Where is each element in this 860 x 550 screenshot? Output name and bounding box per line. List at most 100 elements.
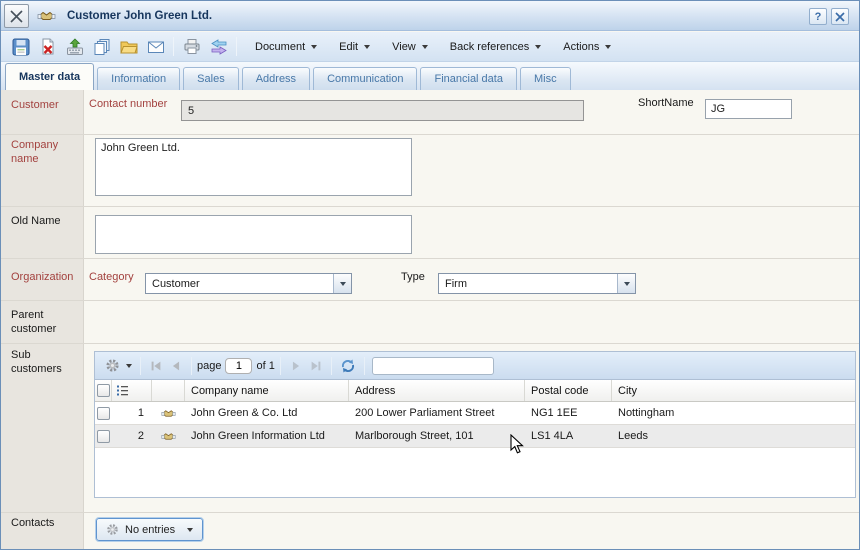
section-label-parent-customer: Parent customer [11,308,79,336]
tab-sales[interactable]: Sales [183,67,239,90]
row-checkbox[interactable] [97,430,110,443]
grid-settings-button[interactable] [102,355,135,377]
cell-address[interactable]: 200 Lower Parliament Street [349,402,525,424]
column-header-company-name[interactable]: Company name [185,380,349,401]
gear-icon [105,358,120,373]
refresh-icon [340,358,356,374]
copy-button[interactable] [88,35,115,59]
section-label-company-name: Company name [11,138,79,166]
tab-address[interactable]: Address [242,67,310,90]
delete-button[interactable] [34,35,61,59]
chevron-down-icon [311,45,317,49]
main-toolbar: Document Edit View Back references Actio… [1,32,859,62]
open-folder-icon [120,39,138,55]
section-label-old-name: Old Name [11,214,79,228]
menu-back-references[interactable]: Back references [442,37,549,57]
next-page-icon [289,359,303,373]
toolbar-separator [173,37,174,56]
close-icon [9,9,24,24]
tab-information[interactable]: Information [97,67,180,90]
mail-button[interactable] [142,35,169,59]
chevron-down-icon [535,45,541,49]
print-icon [183,38,201,55]
master-data-panel: Customer Company name Old Name Organizat… [1,90,859,549]
refresh-button[interactable] [337,355,359,377]
dialog-close-button[interactable] [831,8,849,25]
window-title: Customer John Green Ltd. [67,10,212,22]
title-bar: Customer John Green Ltd. ? [1,1,859,31]
cell-postal-code[interactable]: NG1 1EE [525,402,612,424]
chevron-down-icon [422,45,428,49]
menu-edit[interactable]: Edit [331,37,378,57]
section-label-organization: Organization [11,270,79,284]
row-checkbox[interactable] [97,407,110,420]
first-page-button[interactable] [146,355,166,377]
contacts-button-label: No entries [125,524,175,536]
menu-view[interactable]: View [384,37,436,57]
contacts-no-entries-button[interactable]: No entries [96,518,203,541]
help-button[interactable]: ? [809,8,827,25]
sub-customers-grid: page of 1 [94,351,856,498]
toolbar-separator [236,37,237,56]
copy-icon [93,38,111,56]
tab-communication[interactable]: Communication [313,67,417,90]
customer-handshake-icon [152,425,185,447]
contact-number-label: Contact number [89,98,167,110]
section-label-contacts: Contacts [11,516,79,530]
contact-number-field[interactable] [181,100,584,121]
app-window: Customer John Green Ltd. ? [0,0,860,550]
grid-toolbar: page of 1 [95,352,855,380]
short-name-label: ShortName [638,97,694,109]
section-label-sub-customers: Sub customers [11,348,79,376]
table-row[interactable]: 2 John Green Information Ltd Marlborough… [95,425,855,448]
open-folder-button[interactable] [115,35,142,59]
last-page-icon [309,359,323,373]
grid-search-input[interactable] [373,359,519,373]
print-button[interactable] [178,35,205,59]
company-name-field[interactable]: John Green Ltd. [95,138,412,196]
menu-document[interactable]: Document [247,37,325,57]
column-header-city[interactable]: City [612,380,855,401]
type-select[interactable]: Firm [438,273,636,294]
grid-header: Company name Address Postal code City [95,380,855,402]
customer-handshake-icon [152,402,185,424]
chevron-down-icon [187,528,193,532]
chevron-down-icon [126,364,132,368]
table-row[interactable]: 1 John Green & Co. Ltd 200 Lower Parliam… [95,402,855,425]
grid-search-box [372,357,494,375]
import-button[interactable] [61,35,88,59]
last-page-button[interactable] [306,355,326,377]
cell-address[interactable]: Marlborough Street, 101 [349,425,525,447]
window-close-button[interactable] [4,4,29,28]
transfer-button[interactable] [205,35,232,59]
save-button[interactable] [7,35,34,59]
tab-financial-data[interactable]: Financial data [420,67,517,90]
section-label-customer: Customer [11,98,79,112]
short-name-field[interactable] [705,99,792,119]
tab-master-data[interactable]: Master data [5,63,94,90]
cell-company-name[interactable]: John Green Information Ltd [185,425,349,447]
row-number-column-header[interactable] [112,380,152,401]
previous-page-icon [169,359,183,373]
menu-actions[interactable]: Actions [555,37,619,57]
page-number-input[interactable] [225,358,252,374]
tab-misc[interactable]: Misc [520,67,571,90]
icon-column-header[interactable] [152,380,185,401]
cell-postal-code[interactable]: LS1 4LA [525,425,612,447]
old-name-field[interactable] [95,215,412,254]
page-of-label: of 1 [256,360,274,372]
type-label: Type [401,271,425,283]
cell-city[interactable]: Nottingham [612,402,855,424]
chevron-down-icon [364,45,370,49]
cell-company-name[interactable]: John Green & Co. Ltd [185,402,349,424]
row-number: 2 [112,425,152,447]
next-page-button[interactable] [286,355,306,377]
keyboard-import-icon [66,38,84,56]
close-icon [835,12,845,22]
select-all-checkbox[interactable] [95,380,112,401]
cell-city[interactable]: Leeds [612,425,855,447]
column-header-postal-code[interactable]: Postal code [525,380,612,401]
previous-page-button[interactable] [166,355,186,377]
column-header-address[interactable]: Address [349,380,525,401]
category-select[interactable]: Customer [145,273,352,294]
